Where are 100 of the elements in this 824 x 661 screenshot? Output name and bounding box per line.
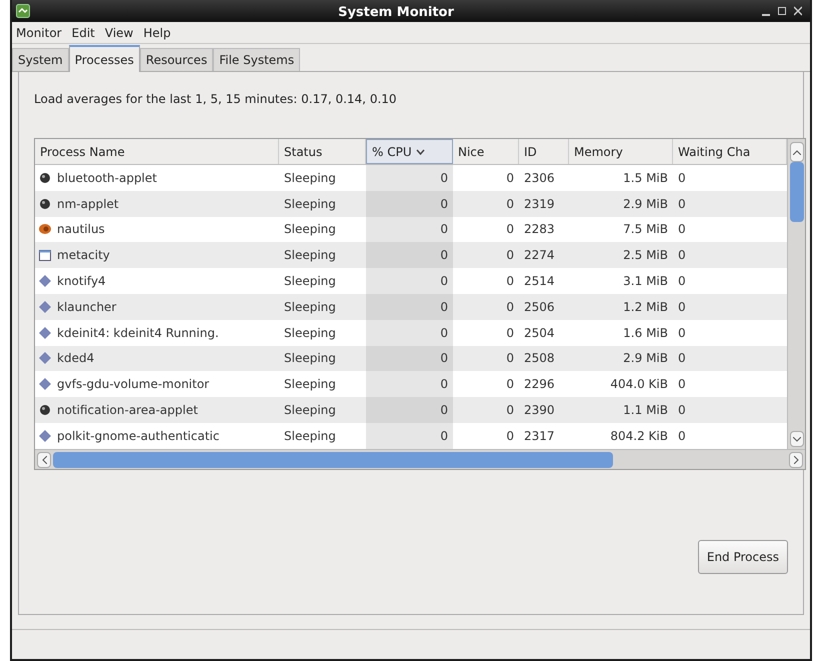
table-cell-text: 2319	[524, 196, 555, 213]
table-cell-text: Sleeping	[284, 247, 336, 264]
process-name: gvfs-gdu-volume-monitor	[57, 376, 210, 394]
table-cell-text: Sleeping	[284, 273, 336, 290]
table-cell-text: 0	[440, 428, 448, 445]
table-cell-text: 0	[506, 196, 514, 213]
table-cell-text: 0	[678, 170, 686, 187]
process-name: kdeinit4: kdeinit4 Running.	[57, 324, 219, 342]
table-cell-text: 0	[678, 298, 686, 316]
process-name: knotify4	[57, 273, 106, 290]
column-header[interactable]: Memory	[569, 139, 673, 164]
process-name: notification-area-applet	[57, 402, 198, 420]
table-cell-text: 1.1 MiB	[623, 402, 668, 420]
table-cell-text: Sleeping	[284, 402, 336, 420]
vertical-scrollbar[interactable]	[787, 139, 805, 449]
ball-icon	[38, 403, 52, 418]
table-cell-text: 2274	[524, 247, 555, 264]
horizontal-scrollbar[interactable]	[35, 449, 805, 469]
column-header[interactable]: ID	[519, 139, 569, 164]
table-cell-text: 0	[678, 402, 686, 420]
table-cell-text: 0	[506, 402, 514, 420]
table-cell-text: 0	[506, 428, 514, 445]
table-cell-text: 0	[678, 324, 686, 342]
shell-icon	[38, 222, 52, 236]
table-cell-text: 404.0 KiB	[610, 376, 668, 394]
table-cell-text: Sleeping	[284, 428, 336, 445]
table-cell-text: 0	[440, 221, 448, 238]
process-name: nautilus	[57, 221, 105, 238]
table-cell-text: 0	[506, 273, 514, 290]
end-process-button[interactable]: End Process	[698, 540, 788, 574]
table-cell-text: 0	[506, 350, 514, 368]
table-cell-text: 0	[506, 324, 514, 342]
table-cell-text: 0	[440, 350, 448, 368]
table-cell-text: 2506	[524, 298, 555, 316]
table-cell-text: 0	[506, 247, 514, 264]
load-averages-text: Load averages for the last 1, 5, 15 minutes: 0.17, 0.14, 0.10	[34, 91, 398, 108]
table-cell-text: 0	[678, 376, 686, 394]
table-cell-text: 0	[440, 324, 448, 342]
maximize-icon[interactable]	[778, 6, 786, 16]
table-cell-text: 7.5 MiB	[623, 221, 668, 238]
table-cell-text: 2504	[524, 324, 555, 342]
process-name: klauncher	[57, 298, 116, 316]
table-cell-text: 2283	[524, 221, 555, 238]
menu-item[interactable]: Edit	[72, 24, 95, 42]
table-cell-text: 0	[678, 221, 686, 238]
table-cell-text: 0	[678, 428, 686, 445]
table-cell-text: 0	[506, 298, 514, 316]
table-cell-text: 0	[678, 196, 686, 213]
table-cell-text: 1.2 MiB	[623, 298, 668, 316]
table-cell-text: Sleeping	[284, 221, 336, 238]
table-cell-text: 0	[440, 196, 448, 213]
table-cell-text: 2.9 MiB	[623, 196, 668, 213]
table-cell-text: Sleeping	[284, 170, 336, 187]
table-cell-text: Sleeping	[284, 376, 336, 394]
column-header[interactable]: Process Name	[35, 139, 279, 164]
table-cell-text: 0	[440, 402, 448, 420]
table-cell-text: 0	[440, 376, 448, 394]
table-cell-text: 1.6 MiB	[623, 324, 668, 342]
ball-icon	[38, 196, 52, 211]
app-icon	[16, 4, 30, 18]
table-cell-text: 2.9 MiB	[623, 350, 668, 368]
tab[interactable]: File Systems	[213, 48, 300, 71]
table-cell-text: 2.5 MiB	[623, 247, 668, 264]
table-cell-text: 0	[440, 298, 448, 316]
diamond-icon	[38, 300, 52, 314]
table-cell-text: 0	[506, 170, 514, 187]
table-cell-text: Sleeping	[284, 324, 336, 342]
menu-item[interactable]: Monitor	[16, 24, 62, 42]
menu-item[interactable]: Help	[143, 24, 171, 42]
table-cell-text: Sleeping	[284, 196, 336, 213]
process-name: kded4	[57, 350, 94, 368]
table-cell-text: 0	[506, 221, 514, 238]
table-cell-text: 2514	[524, 273, 555, 290]
diamond-icon	[38, 326, 52, 340]
scroll-thumb[interactable]	[790, 162, 804, 222]
table-cell-text: 2296	[524, 376, 555, 394]
tab[interactable]: System	[12, 48, 69, 71]
menu-item[interactable]: View	[104, 24, 134, 42]
table-cell-text: 0	[678, 273, 686, 290]
ball-icon	[38, 170, 52, 185]
column-header[interactable]: Nice	[453, 139, 519, 164]
diamond-icon	[38, 428, 52, 443]
column-header[interactable]: % CPU	[366, 139, 453, 164]
table-cell-text: 0	[440, 273, 448, 290]
scroll-thumb[interactable]	[53, 452, 613, 468]
process-name: polkit-gnome-authenticatic	[57, 428, 220, 445]
table-cell-text: 0	[440, 170, 448, 187]
window-title: System Monitor	[338, 5, 454, 20]
window-icon	[38, 248, 52, 262]
table-cell-text: Sleeping	[284, 298, 336, 316]
close-icon[interactable]	[794, 6, 802, 16]
table-cell-text: 2390	[524, 402, 555, 420]
table-cell-text: 2508	[524, 350, 555, 368]
table-cell-text: 2306	[524, 170, 555, 187]
table-cell-text: Sleeping	[284, 350, 336, 368]
table-cell-text: 804.2 KiB	[610, 428, 668, 445]
tab[interactable]: Resources	[140, 48, 214, 71]
table-cell-text: 3.1 MiB	[623, 273, 668, 290]
tab[interactable]: Processes	[68, 45, 140, 72]
process-name: nm-applet	[57, 196, 119, 213]
